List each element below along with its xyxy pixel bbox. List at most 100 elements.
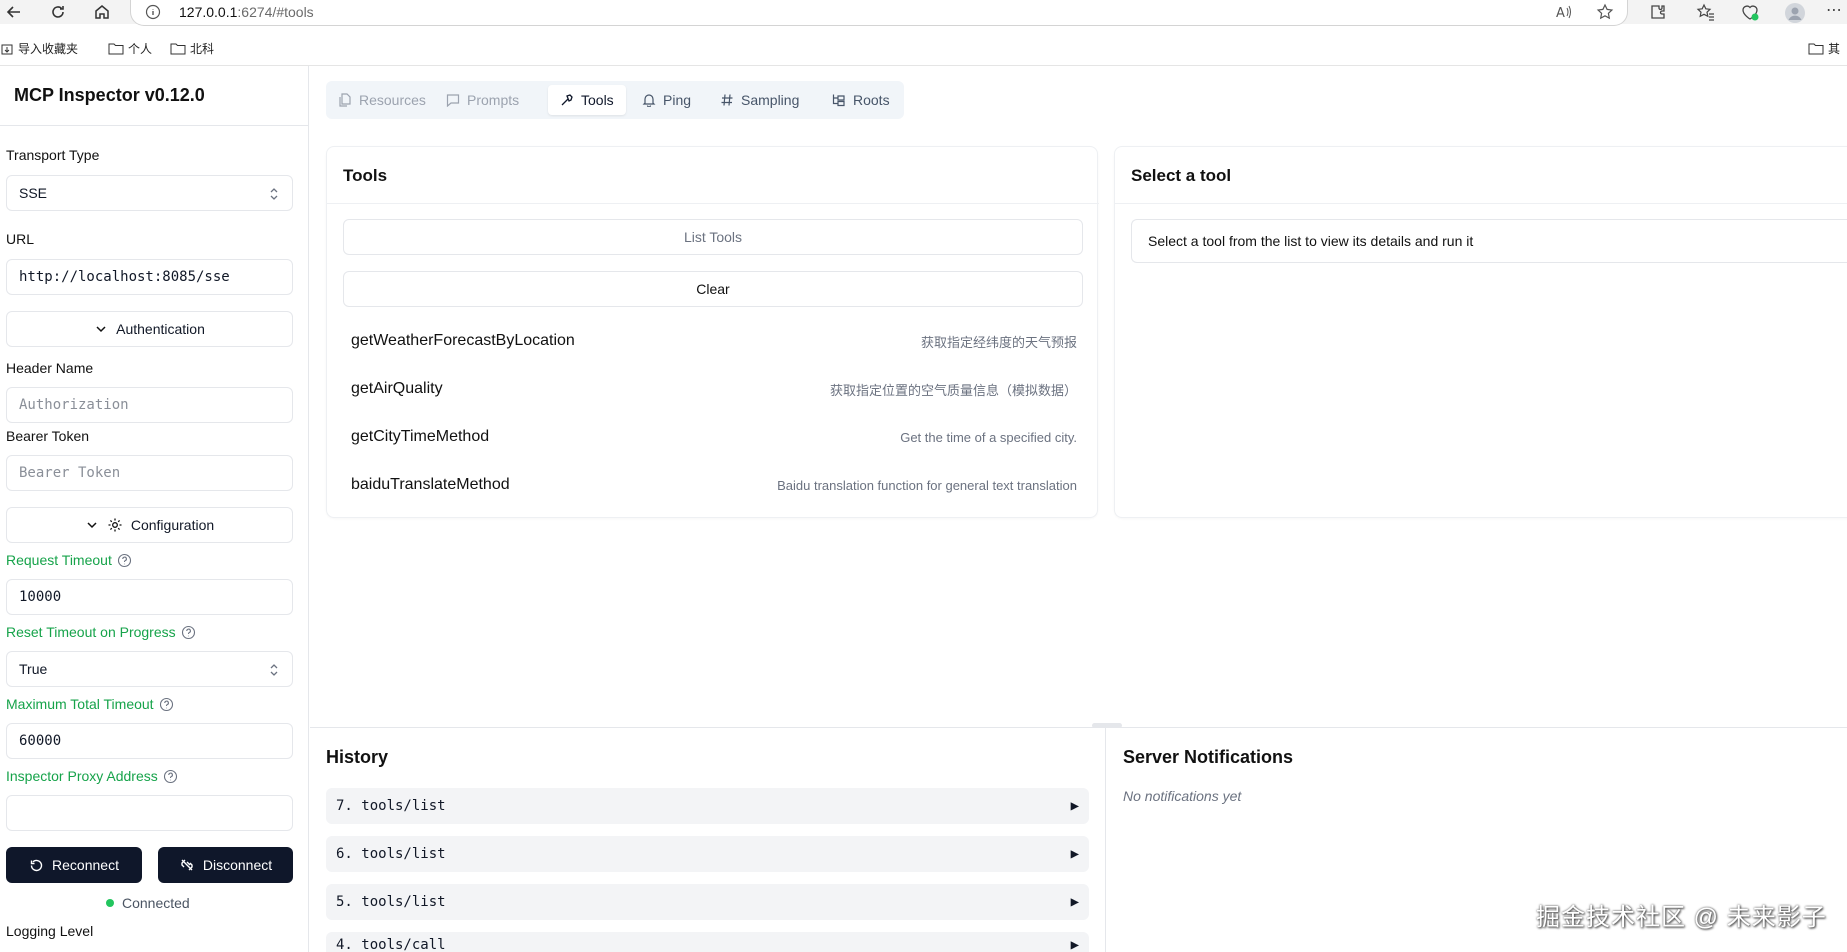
tool-detail-panel: Select a tool Select a tool from the lis… [1114, 146, 1847, 518]
gear-icon [107, 517, 123, 533]
bookmark-import[interactable]: 导入收藏夹 [0, 40, 78, 57]
history-item[interactable]: 6. tools/list ▶ [326, 836, 1089, 872]
files-icon [338, 93, 352, 107]
help-circle-icon[interactable] [181, 625, 196, 640]
divider [0, 125, 309, 126]
bookmark-folder-other[interactable]: 其 [1808, 40, 1840, 57]
profile-avatar-icon[interactable] [1784, 2, 1806, 24]
proxy-address-label: Inspector Proxy Address [6, 768, 178, 784]
logging-level-label: Logging Level [6, 923, 94, 939]
folder-icon [108, 43, 124, 54]
tool-detail-alert: Select a tool from the list to view its … [1131, 219, 1847, 263]
folder-icon [170, 43, 186, 54]
favorites-icon[interactable] [1696, 2, 1716, 22]
reset-timeout-select[interactable]: True [6, 651, 293, 687]
chevron-down-icon [85, 518, 99, 532]
tools-panel: Tools List Tools Clear getWeatherForecas… [326, 146, 1099, 518]
history-item[interactable]: 7. tools/list ▶ [326, 788, 1089, 824]
browser-essentials-icon[interactable] [1740, 2, 1760, 22]
tools-panel-title: Tools [343, 166, 388, 185]
tab-resources[interactable]: Resources [326, 85, 438, 115]
read-aloud-icon[interactable]: A [1555, 3, 1573, 21]
help-circle-icon[interactable] [117, 553, 132, 568]
url-input[interactable]: http://localhost:8085/sse [6, 259, 293, 295]
watermark: 掘金技术社区 @ 未来影子 [1536, 904, 1827, 931]
tool-item[interactable]: getAirQuality 获取指定位置的空气质量信息（模拟数据） [351, 377, 1077, 401]
app-title: MCP Inspector v0.12.0 [14, 85, 205, 105]
request-timeout-input[interactable]: 10000 [6, 579, 293, 615]
back-icon[interactable] [4, 2, 24, 22]
help-circle-icon[interactable] [159, 697, 174, 712]
more-menu-icon[interactable]: ⋯ [1826, 0, 1842, 20]
import-icon [1, 44, 13, 54]
folder-icon [1808, 43, 1824, 54]
divider [1115, 203, 1847, 204]
disconnect-button[interactable]: Disconnect [158, 847, 293, 883]
address-bar[interactable]: 127.0.0.1:6274/#tools A [130, 0, 1628, 26]
main-content: Resources Prompts Tools Ping Sampling Ro… [310, 66, 1847, 952]
folder-tree-icon [832, 93, 846, 107]
status-dot [106, 899, 114, 907]
max-total-timeout-input[interactable]: 60000 [6, 723, 293, 759]
max-total-timeout-label: Maximum Total Timeout [6, 696, 174, 712]
message-square-icon [446, 93, 460, 107]
authentication-toggle[interactable]: Authentication [6, 311, 293, 347]
expand-triangle-icon: ▶ [1070, 894, 1079, 910]
chevron-down-icon [94, 322, 108, 336]
divider [327, 203, 1099, 204]
server-notifications-title: Server Notifications [1123, 747, 1294, 767]
browser-toolbar: 127.0.0.1:6274/#tools A ⋯ [0, 0, 1847, 26]
favorite-star-icon[interactable] [1596, 3, 1614, 21]
sidebar: MCP Inspector v0.12.0 Transport Type SSE… [0, 66, 309, 952]
tool-item[interactable]: getCityTimeMethod Get the time of a spec… [351, 425, 1077, 449]
tab-roots[interactable]: Roots [820, 85, 902, 115]
panel-divider [310, 727, 1847, 728]
tab-tools[interactable]: Tools [548, 85, 626, 115]
expand-triangle-icon: ▶ [1070, 937, 1079, 952]
header-name-input[interactable]: Authorization [6, 387, 293, 423]
bookmark-folder-beike[interactable]: 北科 [170, 40, 214, 57]
transport-type-select[interactable]: SSE [6, 175, 293, 211]
header-name-label: Header Name [6, 360, 94, 376]
history-item[interactable]: 4. tools/call ▶ [326, 932, 1089, 952]
url-label: URL [6, 231, 35, 247]
tool-item[interactable]: baiduTranslateMethod Baidu translation f… [351, 473, 1077, 497]
site-info-icon[interactable] [145, 4, 161, 20]
reconnect-button[interactable]: Reconnect [6, 847, 142, 883]
resize-handle[interactable] [1092, 723, 1122, 728]
bell-icon [642, 93, 656, 107]
extensions-icon[interactable] [1648, 2, 1668, 22]
tool-detail-title: Select a tool [1131, 166, 1232, 185]
bookmark-folder-personal[interactable]: 个人 [108, 40, 152, 57]
tab-sampling[interactable]: Sampling [708, 85, 811, 115]
transport-type-label: Transport Type [6, 147, 100, 163]
tab-prompts[interactable]: Prompts [434, 85, 531, 115]
connection-status: Connected [106, 895, 190, 911]
hash-icon [720, 93, 734, 107]
bearer-token-input[interactable]: Bearer Token [6, 455, 293, 491]
list-tools-button[interactable]: List Tools [343, 219, 1083, 255]
bookmarks-bar: 导入收藏夹 个人 北科 其 [0, 36, 1847, 66]
expand-triangle-icon: ▶ [1070, 798, 1079, 814]
panel-divider-vertical [1105, 726, 1106, 952]
url-text: 127.0.0.1:6274/#tools [179, 4, 314, 20]
tool-item[interactable]: getWeatherForecastByLocation 获取指定经纬度的天气预… [351, 329, 1077, 353]
chevrons-up-down-icon [268, 186, 280, 202]
chevrons-up-down-icon [268, 662, 280, 678]
svg-text:A: A [1556, 6, 1565, 21]
bearer-token-label: Bearer Token [6, 428, 90, 444]
history-item[interactable]: 5. tools/list ▶ [326, 884, 1089, 920]
clear-button[interactable]: Clear [343, 271, 1083, 307]
refresh-icon[interactable] [48, 2, 68, 22]
proxy-address-input[interactable] [6, 795, 293, 831]
request-timeout-label: Request Timeout [6, 552, 132, 568]
history-title: History [326, 747, 389, 767]
configuration-toggle[interactable]: Configuration [6, 507, 293, 543]
home-icon[interactable] [92, 2, 112, 22]
tab-ping[interactable]: Ping [630, 85, 703, 115]
rotate-ccw-icon [29, 858, 44, 873]
expand-triangle-icon: ▶ [1070, 846, 1079, 862]
unplug-icon [179, 857, 195, 873]
hammer-icon [560, 93, 574, 107]
help-circle-icon[interactable] [163, 769, 178, 784]
